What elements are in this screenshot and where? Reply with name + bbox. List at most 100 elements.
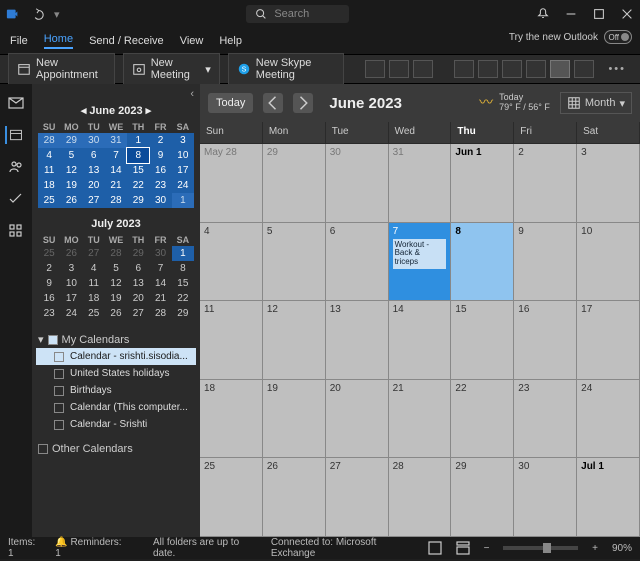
calendar-item[interactable]: United States holidays (36, 365, 196, 382)
menu-help[interactable]: Help (219, 35, 242, 47)
svg-text:S: S (241, 67, 246, 74)
outlook-icon (6, 7, 20, 21)
menu-file[interactable]: File (10, 35, 28, 47)
day-cell[interactable]: 30 (514, 458, 577, 537)
day-cell[interactable]: 30 (326, 144, 389, 223)
day-cell[interactable]: 28 (389, 458, 452, 537)
rail-calendar[interactable] (5, 126, 23, 144)
zoom-out[interactable]: − (484, 543, 490, 554)
toggle-off[interactable]: Off (604, 30, 632, 44)
weather[interactable]: 〰 Today79° F / 56° F (479, 93, 550, 113)
menu-sendreceive[interactable]: Send / Receive (89, 35, 164, 47)
day-cell[interactable]: 12 (263, 301, 326, 380)
day-cell[interactable]: 25 (200, 458, 263, 537)
minical-next[interactable]: ▸ (143, 105, 152, 117)
rail-more[interactable] (7, 222, 25, 240)
try-new-outlook[interactable]: Try the new Outlook Off (509, 30, 632, 44)
rail-mail[interactable] (7, 94, 25, 112)
today-button[interactable]: Today (208, 93, 253, 113)
next-month[interactable] (293, 93, 313, 113)
prev-month[interactable] (263, 93, 283, 113)
day-cell[interactable]: May 28 (200, 144, 263, 223)
day-cell[interactable]: 14 (389, 301, 452, 380)
day-cell[interactable]: 10 (577, 223, 640, 302)
day-cell[interactable]: 24 (577, 380, 640, 459)
day-cell[interactable]: 7Workout - Back & triceps (389, 223, 452, 302)
status-view2[interactable] (456, 541, 470, 555)
arrange-1[interactable] (365, 60, 385, 78)
day-cell[interactable]: 22 (451, 380, 514, 459)
day-cell[interactable]: 29 (451, 458, 514, 537)
zoom-value: 90% (612, 543, 632, 554)
view-1[interactable] (454, 60, 474, 78)
more-button[interactable]: ••• (602, 63, 632, 75)
calendar-item[interactable]: Calendar (This computer... (36, 399, 196, 416)
view-4[interactable] (526, 60, 546, 78)
status-connection: Connected to: Microsoft Exchange (271, 537, 414, 559)
titlebar: ▾ Search (0, 0, 640, 28)
day-cell[interactable]: Jun 1 (451, 144, 514, 223)
view-selector[interactable]: Month▾ (560, 92, 632, 114)
rail-tasks[interactable] (7, 190, 25, 208)
day-cell[interactable]: Jul 1 (577, 458, 640, 537)
new-meeting-button[interactable]: New Meeting ▾ (123, 53, 220, 85)
zoom-slider[interactable] (503, 546, 578, 550)
new-appointment-button[interactable]: New Appointment (8, 53, 115, 85)
my-calendars-header[interactable]: ▾My Calendars (36, 331, 196, 348)
day-cell[interactable]: 16 (514, 301, 577, 380)
day-cell[interactable]: 23 (514, 380, 577, 459)
view-6[interactable] (574, 60, 594, 78)
day-cell[interactable]: 18 (200, 380, 263, 459)
arrange-2[interactable] (389, 60, 409, 78)
other-calendars-header[interactable]: Other Calendars (36, 441, 196, 457)
day-cell[interactable]: 15 (451, 301, 514, 380)
calendar-item[interactable]: Birthdays (36, 382, 196, 399)
collapse-sidebar[interactable]: ‹ (190, 88, 194, 100)
day-cell[interactable]: 5 (263, 223, 326, 302)
calendar-item[interactable]: Calendar - Srishti (36, 416, 196, 433)
day-cell[interactable]: 20 (326, 380, 389, 459)
dow-header: Mon (263, 122, 326, 144)
day-cell[interactable]: 11 (200, 301, 263, 380)
search-placeholder: Search (274, 8, 309, 20)
day-cell[interactable]: 9 (514, 223, 577, 302)
day-cell[interactable]: 21 (389, 380, 452, 459)
day-cell[interactable]: 8 (451, 223, 514, 302)
status-view1[interactable] (428, 541, 442, 555)
view-3[interactable] (502, 60, 522, 78)
day-cell[interactable]: 26 (263, 458, 326, 537)
bell-icon[interactable] (536, 7, 550, 21)
day-cell[interactable]: 19 (263, 380, 326, 459)
day-cell[interactable]: 17 (577, 301, 640, 380)
day-cell[interactable]: 3 (577, 144, 640, 223)
new-skype-meeting-button[interactable]: S New Skype Meeting (228, 53, 345, 85)
minical-june[interactable]: ◂ June 2023 ▸ SUMOTUWETHFRSA282930311234… (32, 100, 200, 214)
menu-view[interactable]: View (180, 35, 204, 47)
menu-home[interactable]: Home (44, 33, 73, 49)
day-cell[interactable]: 31 (389, 144, 452, 223)
view-2[interactable] (478, 60, 498, 78)
undo-icon[interactable] (30, 7, 44, 21)
arrange-3[interactable] (413, 60, 433, 78)
calendar-tree: ▾My Calendars Calendar - srishti.sisodia… (32, 327, 200, 537)
minical-july[interactable]: July 2023 SUMOTUWETHFRSA2526272829301234… (32, 214, 200, 327)
close-icon[interactable] (620, 7, 634, 21)
rail-people[interactable] (7, 158, 25, 176)
view-month[interactable] (550, 60, 570, 78)
day-cell[interactable]: 4 (200, 223, 263, 302)
search-box[interactable]: Search (246, 5, 349, 23)
chevron-down-icon[interactable]: ▾ (205, 63, 211, 76)
day-cell[interactable]: 6 (326, 223, 389, 302)
status-reminders[interactable]: 🔔 Reminders: 1 (55, 537, 125, 559)
max-icon[interactable] (592, 7, 606, 21)
day-cell[interactable]: 13 (326, 301, 389, 380)
calendar-item[interactable]: Calendar - srishti.sisodia... (36, 348, 196, 365)
min-icon[interactable] (564, 7, 578, 21)
month-grid[interactable]: SunMonTueWedThuFriSatMay 28293031Jun 123… (200, 122, 640, 537)
zoom-in[interactable]: + (592, 543, 598, 554)
day-cell[interactable]: 27 (326, 458, 389, 537)
statusbar: Items: 1 🔔 Reminders: 1 All folders are … (0, 537, 640, 559)
day-cell[interactable]: 29 (263, 144, 326, 223)
appointment[interactable]: Workout - Back & triceps (393, 239, 447, 269)
day-cell[interactable]: 2 (514, 144, 577, 223)
